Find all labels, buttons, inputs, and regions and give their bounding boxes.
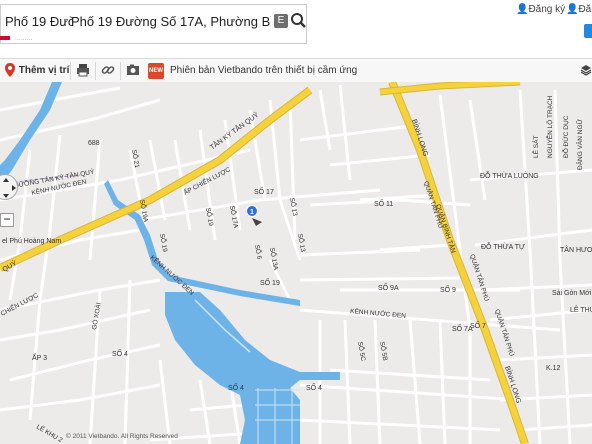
marker-number: 1 [250, 209, 254, 216]
new-badge-label: NEW [149, 68, 163, 74]
search-panel: Phố 19 Đường ......... Phố 19 Đường Số 1… [0, 4, 307, 44]
user-icon: 👤 [566, 4, 579, 15]
print-button[interactable] [76, 59, 90, 83]
search-icon [291, 13, 306, 28]
link-button[interactable] [101, 59, 115, 83]
separator [95, 62, 96, 80]
link-icon [101, 66, 115, 75]
search-button[interactable] [289, 10, 309, 32]
user-icon: 👤 [516, 4, 529, 15]
pan-control[interactable] [0, 174, 18, 200]
minus-icon: − [3, 212, 11, 226]
label-hotel: el Phú Hoàng Nam [2, 238, 61, 245]
search-input-value: Phố 19 Đường Số 17A, Phường Bình Hưng H [71, 14, 271, 29]
promo-text: Phiên bản Vietbando trên thiết bị cầm ứn… [170, 65, 358, 76]
layers-icon [580, 65, 592, 77]
register-label: Đăng ký [528, 4, 566, 15]
locate-label: Thêm vị trí [18, 65, 70, 76]
top-bar: Phố 19 Đường ......... Phố 19 Đường Số 1… [0, 0, 592, 58]
login-link[interactable]: 👤Đăng [566, 4, 592, 15]
label-le-thuc: LÊ THÚC [570, 305, 592, 314]
zoom-out-button[interactable]: − [0, 213, 14, 227]
search-input[interactable]: Phố 19 Đường Số 17A, Phường Bình Hưng H [71, 11, 271, 33]
login-label: Đăng [578, 4, 592, 15]
copyright-text: © 2011 Vietbando. All Rights Reserved [66, 432, 178, 440]
register-link[interactable]: 👤Đăng ký [516, 4, 565, 15]
map-toolbar: Thêm vị trí NEW Phiên bản Vietbando trên… [0, 58, 592, 84]
label-688: 688 [88, 140, 100, 147]
separator [120, 62, 121, 80]
pan-arrows-icon [3, 178, 16, 198]
map-canvas[interactable]: TÂN KỲ TÂN QUÝ QUÝ 714 ĐƯỜNG TÂN KỲ TÂN … [0, 82, 592, 444]
label-do-duc-duc: ĐỖ ĐỨC DỤC [561, 115, 570, 158]
promo-link[interactable]: Phiên bản Vietbando trên thiết bị cầm ứn… [170, 59, 357, 83]
query-tab-label: Phố 19 Đường [5, 14, 73, 29]
locate-button[interactable]: Thêm vị trí [4, 59, 69, 83]
layers-button[interactable] [580, 59, 592, 83]
location-pin-icon [5, 63, 15, 78]
label-le-sat: LÊ SÁT [531, 136, 540, 158]
label-do-thua-tu: ĐỖ THỪA TỰ [481, 242, 525, 251]
label-sai-gon-moi: Sài Gòn Mới [552, 290, 592, 297]
camera-button[interactable] [126, 59, 140, 83]
tab-indicator [0, 36, 10, 40]
separator [70, 62, 71, 80]
label-dang-van-ngu: ĐẶNG VĂN NGỮ [575, 118, 584, 170]
label-do-thua-luong: ĐỖ THỪA LUÔNG [480, 171, 539, 180]
label-tan-huong: TÂN HƯƠNG [560, 245, 592, 254]
printer-icon [77, 64, 89, 77]
camera-icon [127, 64, 139, 76]
map-svg[interactable]: TÂN KỲ TÂN QUÝ QUÝ 714 ĐƯỜNG TÂN KỲ TÂN … [0, 82, 592, 444]
new-badge: NEW [148, 63, 164, 79]
side-tab[interactable] [584, 24, 592, 38]
e-button[interactable]: E [274, 14, 288, 28]
tab-subtext: ......... [15, 35, 33, 42]
label-k12: K.12 [546, 365, 561, 372]
label-nguyen-lo-trach: NGUYỄN LỘ TRẠCH [545, 95, 554, 158]
query-tab[interactable]: Phố 19 Đường [1, 11, 73, 33]
e-button-label: E [277, 15, 285, 26]
